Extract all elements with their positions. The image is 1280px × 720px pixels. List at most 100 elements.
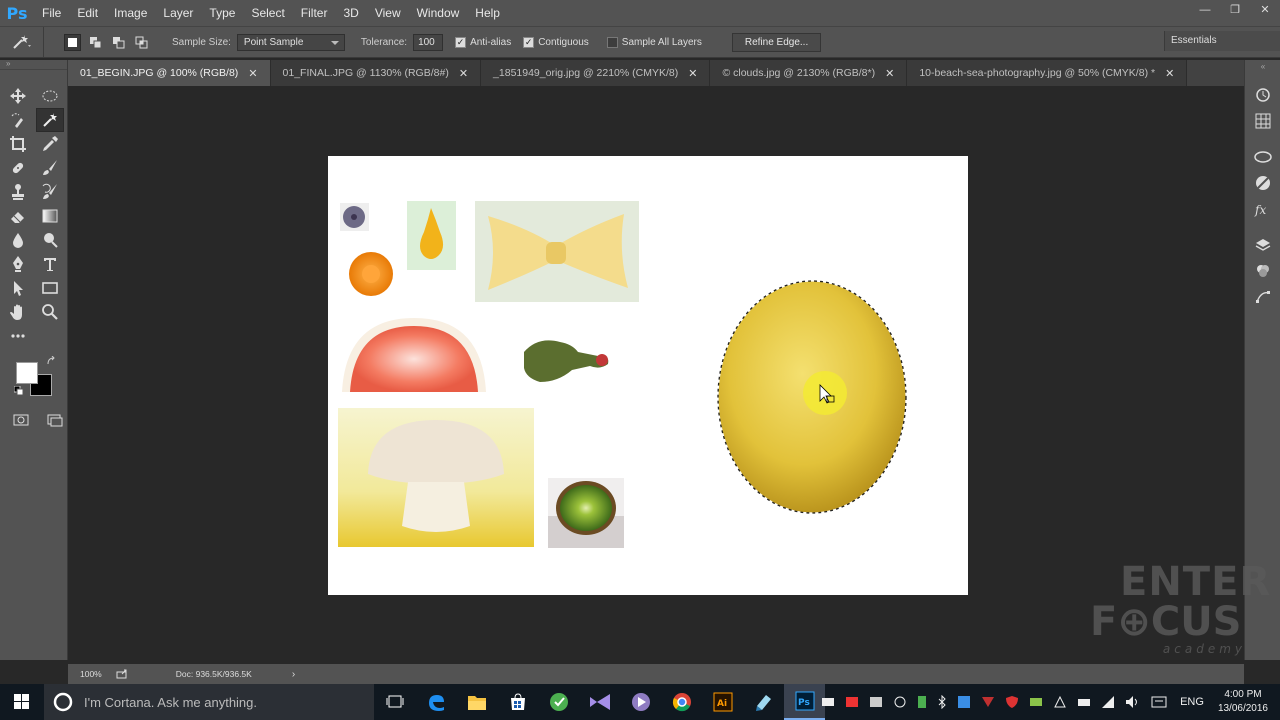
- zoom-tool-icon[interactable]: [36, 300, 64, 324]
- network-icon[interactable]: [1101, 695, 1115, 709]
- tray-app-icon[interactable]: [893, 696, 907, 708]
- menu-file[interactable]: File: [34, 0, 69, 26]
- close-tab-icon[interactable]: ✕: [688, 67, 697, 80]
- tray-app-icon[interactable]: [981, 695, 995, 709]
- tolerance-input[interactable]: 100: [413, 33, 444, 51]
- intersect-selection-icon[interactable]: [133, 34, 150, 51]
- eyedropper-icon[interactable]: [36, 132, 64, 156]
- clone-stamp-icon[interactable]: [4, 180, 32, 204]
- pen-tool-icon[interactable]: [4, 252, 32, 276]
- elliptical-marquee-icon[interactable]: [36, 84, 64, 108]
- edge-browser-icon[interactable]: [415, 684, 456, 720]
- sample-all-layers-checkbox[interactable]: Sample All Layers: [606, 36, 702, 48]
- tab-clouds[interactable]: © clouds.jpg @ 2130% (RGB/8*) ✕: [710, 60, 908, 86]
- notifications-icon[interactable]: [1151, 695, 1167, 709]
- tab-1851949-orig[interactable]: _1851949_orig.jpg @ 2210% (CMYK/8) ✕: [481, 60, 711, 86]
- gradient-tool-icon[interactable]: [36, 204, 64, 228]
- collapse-dock-icon[interactable]: «: [1245, 60, 1280, 72]
- tray-app-icon[interactable]: [1077, 695, 1091, 709]
- illustrator-icon[interactable]: Ai: [702, 684, 743, 720]
- task-view-icon[interactable]: [374, 684, 415, 720]
- menu-type[interactable]: Type: [201, 0, 243, 26]
- more-tools-icon[interactable]: [4, 324, 32, 348]
- foreground-color-swatch[interactable]: [16, 362, 38, 384]
- layers-panel-icon[interactable]: [1245, 232, 1280, 258]
- tray-app-icon[interactable]: [821, 696, 835, 708]
- tray-app-icon[interactable]: [845, 696, 859, 708]
- quick-mask-icon[interactable]: [9, 408, 33, 432]
- document-canvas[interactable]: [328, 156, 968, 595]
- menu-help[interactable]: Help: [467, 0, 508, 26]
- tray-app-icon[interactable]: [869, 696, 883, 708]
- battery-icon[interactable]: [917, 695, 927, 709]
- share-icon[interactable]: [116, 669, 128, 679]
- media-player-icon[interactable]: [620, 684, 661, 720]
- menu-window[interactable]: Window: [409, 0, 468, 26]
- magic-wand-tool-icon[interactable]: [36, 108, 64, 132]
- tool-preset-picker[interactable]: [0, 27, 44, 57]
- channels-panel-icon[interactable]: [1245, 258, 1280, 284]
- visual-studio-icon[interactable]: [579, 684, 620, 720]
- menu-view[interactable]: View: [367, 0, 409, 26]
- clock[interactable]: 4:00 PM 13/06/2016: [1218, 688, 1268, 716]
- menu-layer[interactable]: Layer: [155, 0, 201, 26]
- dodge-tool-icon[interactable]: [36, 228, 64, 252]
- close-tab-icon[interactable]: ✕: [459, 67, 468, 80]
- restore-button[interactable]: ❐: [1220, 0, 1250, 22]
- contiguous-checkbox[interactable]: ✓ Contiguous: [523, 36, 589, 48]
- path-selection-icon[interactable]: [4, 276, 32, 300]
- paint-app-icon[interactable]: [743, 684, 784, 720]
- crop-tool-icon[interactable]: [4, 132, 32, 156]
- rectangle-tool-icon[interactable]: [36, 276, 64, 300]
- menu-filter[interactable]: Filter: [293, 0, 336, 26]
- volume-icon[interactable]: [1125, 695, 1141, 709]
- tray-app-icon[interactable]: [957, 695, 971, 709]
- adjustments-panel-icon[interactable]: [1245, 170, 1280, 196]
- tray-app-icon[interactable]: [1053, 695, 1067, 709]
- healing-brush-icon[interactable]: [4, 156, 32, 180]
- swatches-panel-icon[interactable]: [1245, 108, 1280, 134]
- blur-tool-icon[interactable]: [4, 228, 32, 252]
- quick-selection-icon[interactable]: [4, 108, 32, 132]
- file-explorer-icon[interactable]: [456, 684, 497, 720]
- menu-edit[interactable]: Edit: [69, 0, 106, 26]
- refine-edge-button[interactable]: Refine Edge...: [731, 32, 822, 52]
- zoom-level[interactable]: 100%: [80, 669, 102, 679]
- new-selection-icon[interactable]: [64, 33, 81, 51]
- eraser-icon[interactable]: [4, 204, 32, 228]
- styles-panel-icon[interactable]: fx: [1245, 196, 1280, 222]
- windows-start-icon[interactable]: [0, 684, 44, 720]
- screen-mode-icon[interactable]: [43, 408, 67, 432]
- bluetooth-icon[interactable]: [937, 695, 947, 709]
- sample-size-dropdown[interactable]: Point Sample: [236, 33, 345, 51]
- menu-image[interactable]: Image: [106, 0, 155, 26]
- collapse-handle[interactable]: »: [0, 60, 67, 70]
- tab-01-final[interactable]: 01_FINAL.JPG @ 1130% (RGB/8#) ✕: [270, 60, 482, 86]
- tab-01-begin[interactable]: 01_BEGIN.JPG @ 100% (RGB/8) ✕: [68, 60, 271, 86]
- camtasia-icon[interactable]: [538, 684, 579, 720]
- type-tool-icon[interactable]: [36, 252, 64, 276]
- menu-select[interactable]: Select: [243, 0, 292, 26]
- add-to-selection-icon[interactable]: [87, 34, 104, 51]
- brush-tool-icon[interactable]: [36, 156, 64, 180]
- close-tab-icon[interactable]: ✕: [1165, 67, 1174, 80]
- paths-panel-icon[interactable]: [1245, 284, 1280, 310]
- libraries-panel-icon[interactable]: [1245, 144, 1280, 170]
- history-panel-icon[interactable]: [1245, 82, 1280, 108]
- anti-alias-checkbox[interactable]: ✓ Anti-alias: [455, 36, 511, 48]
- close-tab-icon[interactable]: ✕: [248, 67, 257, 80]
- security-shield-icon[interactable]: [1005, 695, 1019, 709]
- tab-beach-sea[interactable]: 10-beach-sea-photography.jpg @ 50% (CMYK…: [907, 60, 1188, 86]
- menu-3d[interactable]: 3D: [335, 0, 366, 26]
- store-icon[interactable]: [497, 684, 538, 720]
- input-language[interactable]: ENG: [1180, 696, 1204, 708]
- status-menu-arrow-icon[interactable]: ›: [292, 669, 295, 680]
- swap-colors-icon[interactable]: [46, 356, 56, 366]
- close-tab-icon[interactable]: ✕: [885, 67, 894, 80]
- history-brush-icon[interactable]: [36, 180, 64, 204]
- tray-app-icon[interactable]: [1029, 695, 1043, 709]
- chrome-icon[interactable]: [661, 684, 702, 720]
- close-button[interactable]: ✕: [1250, 0, 1280, 22]
- minimize-button[interactable]: —: [1190, 0, 1220, 22]
- workspace-switcher[interactable]: Essentials: [1164, 31, 1280, 51]
